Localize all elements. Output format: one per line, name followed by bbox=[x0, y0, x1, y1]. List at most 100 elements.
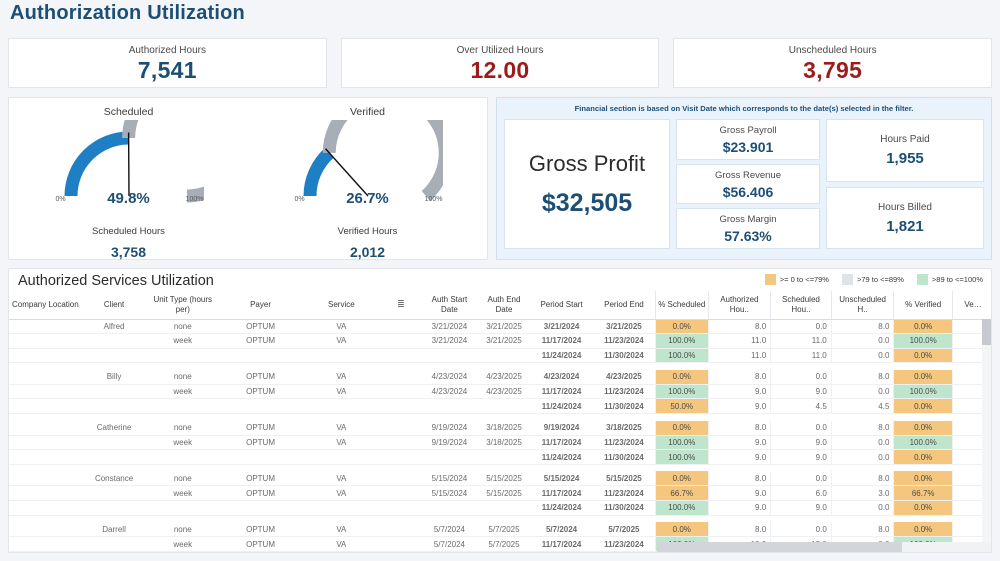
table-cell bbox=[146, 398, 220, 415]
table-cell: OPTUM bbox=[219, 319, 302, 335]
table-group-spacer bbox=[9, 515, 991, 522]
table-row[interactable]: week OPTUM VA 3/21/2024 3/21/2025 11/17/2024 1… bbox=[9, 333, 991, 349]
table-cell: OPTUM bbox=[219, 420, 302, 436]
gauge-sub-value: 3,758 bbox=[110, 244, 147, 260]
table-cell: VA bbox=[301, 522, 381, 538]
table-cell: none bbox=[146, 369, 220, 385]
table-row[interactable]: Catherine none OPTUM VA 9/19/2024 3/18/2025 9/… bbox=[9, 420, 991, 436]
table-cell: VA bbox=[301, 420, 381, 436]
table-row[interactable]: Darrell none OPTUM VA 5/7/2024 5/7/2025 5/7/20… bbox=[9, 522, 991, 538]
table-header-cell[interactable]: Ve… bbox=[951, 291, 991, 320]
table-cell: 0.0 bbox=[830, 435, 894, 451]
table-vertical-scrollbar[interactable] bbox=[982, 319, 991, 552]
table-cell: 9.0 bbox=[770, 449, 832, 465]
table-cell: VA bbox=[301, 384, 381, 400]
table-cell: week bbox=[146, 435, 220, 451]
table-group-spacer bbox=[9, 464, 991, 471]
table-cell: 0.0% bbox=[893, 398, 953, 415]
kpi-card[interactable]: Over Utilized Hours 12.00 bbox=[340, 38, 660, 88]
gauge-verified[interactable]: Verified 0% 100% 26.7% Verified Hours 2,012 bbox=[248, 98, 487, 260]
table-cell: 100.0% bbox=[893, 333, 953, 349]
table-header-cell[interactable]: Auth Start Date bbox=[421, 291, 478, 320]
table-header-cell[interactable]: Period Start bbox=[530, 291, 593, 320]
table-header-cell[interactable]: % Verified bbox=[893, 291, 953, 320]
table-cell: 3/21/2025 bbox=[477, 333, 531, 349]
table-cell: 0.0% bbox=[655, 420, 709, 436]
table-cell: 100.0% bbox=[655, 435, 709, 451]
table-cell bbox=[421, 449, 478, 465]
financial-hours-label: Hours Billed bbox=[878, 201, 932, 213]
table-cell bbox=[380, 369, 422, 385]
kpi-card[interactable]: Unscheduled Hours 3,795 bbox=[673, 38, 993, 88]
table-cell: OPTUM bbox=[219, 485, 302, 502]
table-cell: OPTUM bbox=[219, 435, 302, 451]
table-cell: 0.0 bbox=[770, 319, 832, 335]
table-cell: 0.0 bbox=[830, 500, 894, 516]
financial-metric-card[interactable]: Gross Margin 57.63% bbox=[676, 208, 820, 250]
financial-right-column: Hours Paid 1,955 Hours Billed 1,821 bbox=[826, 119, 984, 249]
financial-metric-card[interactable]: Gross Payroll $23.901 bbox=[676, 119, 820, 160]
table-cell: 9.0 bbox=[770, 384, 832, 400]
table-row[interactable]: 11/24/2024 11/30/2024 100.0% 11.0 11.0 0.0 0.0… bbox=[9, 348, 991, 364]
table-row[interactable]: Alfred none OPTUM VA 3/21/2024 3/21/2025 3/21/… bbox=[9, 319, 991, 335]
table-cell bbox=[219, 500, 302, 516]
table-header-row: Company Location Client Unit Type (hours p… bbox=[9, 291, 991, 320]
financial-hours-card[interactable]: Hours Paid 1,955 bbox=[826, 119, 984, 182]
table-row[interactable]: week OPTUM VA 9/19/2024 3/18/2025 11/17/2024 1… bbox=[9, 435, 991, 451]
table-row[interactable]: 11/24/2024 11/30/2024 100.0% 9.0 9.0 0.0 0.0% bbox=[9, 449, 991, 465]
kpi-value: 3,795 bbox=[803, 57, 863, 83]
table-cell bbox=[380, 398, 422, 415]
authorized-services-table: Company Location Client Unit Type (hours p… bbox=[9, 291, 991, 552]
table-cell bbox=[81, 500, 147, 516]
table-cell: 3/21/2024 bbox=[421, 333, 478, 349]
table-cell: 3/18/2025 bbox=[477, 435, 531, 451]
table-header-cell[interactable]: Company Location bbox=[9, 291, 82, 320]
table-header-cell[interactable]: Client bbox=[81, 291, 147, 320]
table-cell: 4/23/2025 bbox=[477, 369, 531, 385]
authorized-services-table-panel: Authorized Services Utilization >= 0 to … bbox=[8, 268, 992, 553]
table-cell: 5/15/2024 bbox=[421, 471, 478, 487]
table-header-cell[interactable]: Payer bbox=[219, 291, 302, 320]
table-cell bbox=[421, 348, 478, 364]
table-row[interactable]: week OPTUM VA 4/23/2024 4/23/2025 11/17/2024 1… bbox=[9, 384, 991, 400]
table-cell: 8.0 bbox=[707, 522, 771, 538]
table-cell: 100.0% bbox=[655, 449, 709, 465]
table-header-cell[interactable]: % Scheduled bbox=[655, 291, 709, 320]
table-horizontal-scrollbar[interactable] bbox=[657, 542, 991, 552]
financial-metric-card[interactable]: Gross Revenue $56.406 bbox=[676, 163, 820, 205]
table-header-cell[interactable]: Period End bbox=[592, 291, 656, 320]
kpi-card[interactable]: Authorized Hours 7,541 bbox=[8, 38, 327, 88]
table-cell: 9.0 bbox=[770, 500, 832, 516]
table-header-cell[interactable]: Authorized Hou.. bbox=[707, 291, 771, 320]
financial-hours-card[interactable]: Hours Billed 1,821 bbox=[826, 186, 984, 249]
table-horizontal-scrollbar-thumb[interactable] bbox=[657, 542, 902, 552]
table-cell bbox=[380, 333, 422, 349]
table-cell bbox=[81, 485, 147, 502]
table-cell: 11/24/2024 bbox=[530, 348, 593, 364]
table-header-cell[interactable]: Service bbox=[301, 291, 381, 320]
table-cell: 66.7% bbox=[893, 485, 953, 502]
table-header-cell[interactable]: Unit Type (hours per) bbox=[146, 291, 220, 320]
table-header-cell[interactable]: ≣ bbox=[380, 291, 422, 320]
table-group-spacer bbox=[9, 414, 991, 421]
table-cell: 0.0% bbox=[893, 471, 953, 487]
table-cell bbox=[380, 435, 422, 451]
table-cell: VA bbox=[301, 471, 381, 487]
table-cell bbox=[9, 471, 82, 487]
table-header-cell[interactable]: Auth End Date bbox=[477, 291, 531, 320]
table-row[interactable]: 11/24/2024 11/30/2024 50.0% 9.0 4.5 4.5 0.0% bbox=[9, 398, 991, 415]
table-row[interactable]: 11/24/2024 11/30/2024 100.0% 9.0 9.0 0.0 0.0% bbox=[9, 500, 991, 516]
table-cell bbox=[421, 398, 478, 415]
gauge-scheduled[interactable]: Scheduled 0% 100% 49.8% Scheduled Hours 3,758 bbox=[9, 98, 248, 260]
table-row[interactable]: week OPTUM VA 5/15/2024 5/15/2025 11/17/2024 1… bbox=[9, 485, 991, 502]
table-header-cell[interactable]: Scheduled Hou.. bbox=[770, 291, 832, 320]
table-row[interactable]: Constance none OPTUM VA 5/15/2024 5/15/2025 5/… bbox=[9, 471, 991, 487]
sort-icon[interactable]: ≣ bbox=[397, 299, 405, 308]
table-cell: Billy bbox=[81, 369, 147, 385]
table-cell: 0.0% bbox=[893, 420, 953, 436]
table-row[interactable]: Billy none OPTUM VA 4/23/2024 4/23/2025 4/23/2… bbox=[9, 369, 991, 385]
table-cell: 9.0 bbox=[707, 384, 771, 400]
table-vertical-scrollbar-thumb[interactable] bbox=[982, 319, 991, 345]
table-header-cell[interactable]: Unscheduled H.. bbox=[830, 291, 894, 320]
table-cell: 5/7/2025 bbox=[477, 536, 531, 552]
